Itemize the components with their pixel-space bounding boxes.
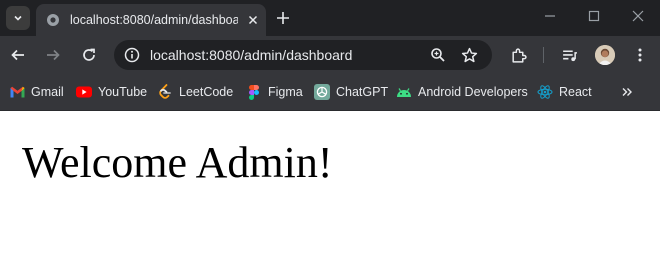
site-info-button[interactable]	[120, 43, 144, 67]
bookmark-label: LeetCode	[179, 85, 234, 99]
navigation-toolbar: localhost:8080/admin/dashboard	[0, 36, 660, 74]
browser-window: localhost:8080/admin/dashboard localhost…	[0, 0, 660, 111]
figma-icon	[246, 84, 262, 100]
reload-icon	[83, 48, 95, 61]
new-tab-button[interactable]	[274, 9, 292, 27]
menu-button[interactable]	[629, 44, 651, 66]
media-controls-button[interactable]	[558, 44, 580, 66]
close-icon	[632, 10, 644, 22]
bookmark-label: Android Developers	[418, 85, 528, 99]
chatgpt-icon	[314, 84, 330, 100]
tab-strip: localhost:8080/admin/dashboard	[0, 0, 660, 36]
maximize-button[interactable]	[572, 0, 616, 32]
active-tab[interactable]: localhost:8080/admin/dashboard	[36, 4, 266, 36]
forward-button[interactable]	[42, 44, 64, 66]
bookmark-label: ChatGPT	[336, 85, 389, 99]
star-icon	[461, 47, 477, 62]
bookmark-label: Gmail	[31, 85, 64, 99]
zoom-button[interactable]	[429, 46, 447, 64]
gmail-icon	[9, 84, 25, 100]
minimize-icon	[545, 15, 555, 17]
profile-avatar[interactable]	[595, 45, 615, 65]
bookmark-youtube[interactable]: YouTube	[76, 83, 147, 101]
chevron-down-icon	[14, 15, 22, 21]
tab-title: localhost:8080/admin/dashboard	[70, 13, 238, 27]
address-bar[interactable]: localhost:8080/admin/dashboard	[114, 40, 492, 70]
globe-icon	[46, 13, 60, 27]
chevron-double-right-icon	[622, 88, 632, 96]
android-icon	[396, 84, 412, 100]
youtube-icon	[76, 84, 92, 100]
back-button[interactable]	[7, 44, 29, 66]
bookmark-star-button[interactable]	[460, 46, 478, 64]
bookmark-android-developers[interactable]: Android Developers	[396, 83, 528, 101]
bookmark-chatgpt[interactable]: ChatGPT	[314, 83, 388, 101]
playlist-icon	[562, 49, 577, 61]
url-text[interactable]: localhost:8080/admin/dashboard	[150, 47, 352, 63]
bookmark-leetcode[interactable]: LeetCode	[157, 83, 233, 101]
arrow-left-icon	[11, 49, 24, 61]
maximize-icon	[588, 10, 600, 22]
extensions-button[interactable]	[507, 44, 529, 66]
react-icon	[537, 84, 553, 100]
close-tab-icon[interactable]	[246, 13, 260, 27]
bookmark-label: React	[559, 85, 592, 99]
zoom-icon	[431, 48, 445, 62]
arrow-right-icon	[47, 49, 60, 61]
page-title: Welcome Admin!	[22, 138, 333, 187]
bookmark-label: Figma	[268, 85, 303, 99]
more-vert-icon	[638, 48, 642, 62]
plus-icon	[277, 12, 289, 24]
bookmark-figma[interactable]: Figma	[246, 83, 303, 101]
window-close-button[interactable]	[616, 0, 660, 32]
puzzle-icon	[511, 47, 527, 63]
bookmark-label: YouTube	[98, 85, 148, 99]
bookmarks-bar: Gmail YouTube LeetCode Figma ChatGPT And…	[0, 74, 660, 111]
reload-button[interactable]	[78, 44, 100, 66]
more-bookmarks-button[interactable]	[618, 83, 636, 101]
tab-search-button[interactable]	[6, 6, 30, 30]
info-icon	[124, 47, 140, 63]
bookmark-react[interactable]: React	[537, 83, 592, 101]
minimize-button[interactable]	[528, 0, 572, 32]
bookmark-gmail[interactable]: Gmail	[9, 83, 64, 101]
page-content: Welcome Admin!	[0, 111, 660, 274]
leetcode-icon	[157, 84, 173, 100]
toolbar-divider	[543, 47, 544, 63]
